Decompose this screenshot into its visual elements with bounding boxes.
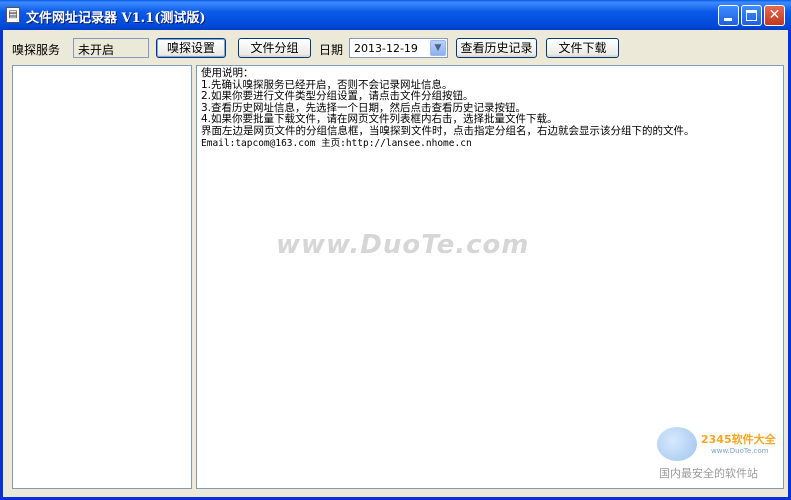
- view-history-button[interactable]: 查看历史记录: [456, 38, 537, 58]
- minimize-icon: [724, 18, 732, 21]
- app-icon[interactable]: ▤: [6, 7, 20, 23]
- minimize-button[interactable]: [718, 5, 739, 26]
- watermark-text: www.DuoTe.com: [276, 230, 530, 260]
- logo-url: www.DuoTe.com: [711, 447, 769, 455]
- window-title: 文件网址记录器 V1.1(测试版): [26, 11, 206, 26]
- logo-brand: 2345软件大全: [701, 433, 776, 446]
- instructions-heading: 使用说明：: [201, 67, 254, 79]
- service-status-value: 未开启: [78, 43, 115, 57]
- date-value: 2013-12-19: [354, 42, 418, 55]
- logo-slogan: 国内最安全的软件站: [659, 467, 758, 480]
- file-download-button[interactable]: 文件下载: [546, 38, 619, 58]
- date-picker[interactable]: 2013-12-19 ▼: [349, 38, 448, 58]
- mascot-icon: [657, 427, 697, 461]
- maximize-button[interactable]: [741, 5, 762, 26]
- contact-info: Email:tapcom@163.com 主页:http://lansee.nh…: [201, 137, 472, 149]
- file-group-button[interactable]: 文件分组: [238, 38, 311, 58]
- site-logo: 2345软件大全 www.DuoTe.com 国内最安全的软件站: [655, 425, 785, 489]
- app-window: ▤ 文件网址记录器 V1.1(测试版) ✕ 嗅探服务 未开启 嗅探设置 文件分组…: [0, 0, 791, 500]
- group-list-panel[interactable]: [12, 65, 192, 489]
- close-button[interactable]: ✕: [764, 5, 785, 26]
- title-bar[interactable]: ▤ 文件网址记录器 V1.1(测试版) ✕: [0, 0, 791, 30]
- service-status-field: 未开启: [73, 38, 149, 58]
- maximize-icon: [746, 10, 757, 21]
- chevron-down-icon[interactable]: ▼: [430, 40, 446, 56]
- close-icon: ✕: [768, 7, 781, 23]
- instruction-line: 界面左边是网页文件的分组信息框，当嗅探到文件时，点击指定分组名，右边就会显示该分…: [201, 124, 695, 137]
- service-label: 嗅探服务: [12, 43, 61, 57]
- date-label: 日期: [319, 43, 344, 57]
- sniff-settings-button[interactable]: 嗅探设置: [156, 38, 226, 58]
